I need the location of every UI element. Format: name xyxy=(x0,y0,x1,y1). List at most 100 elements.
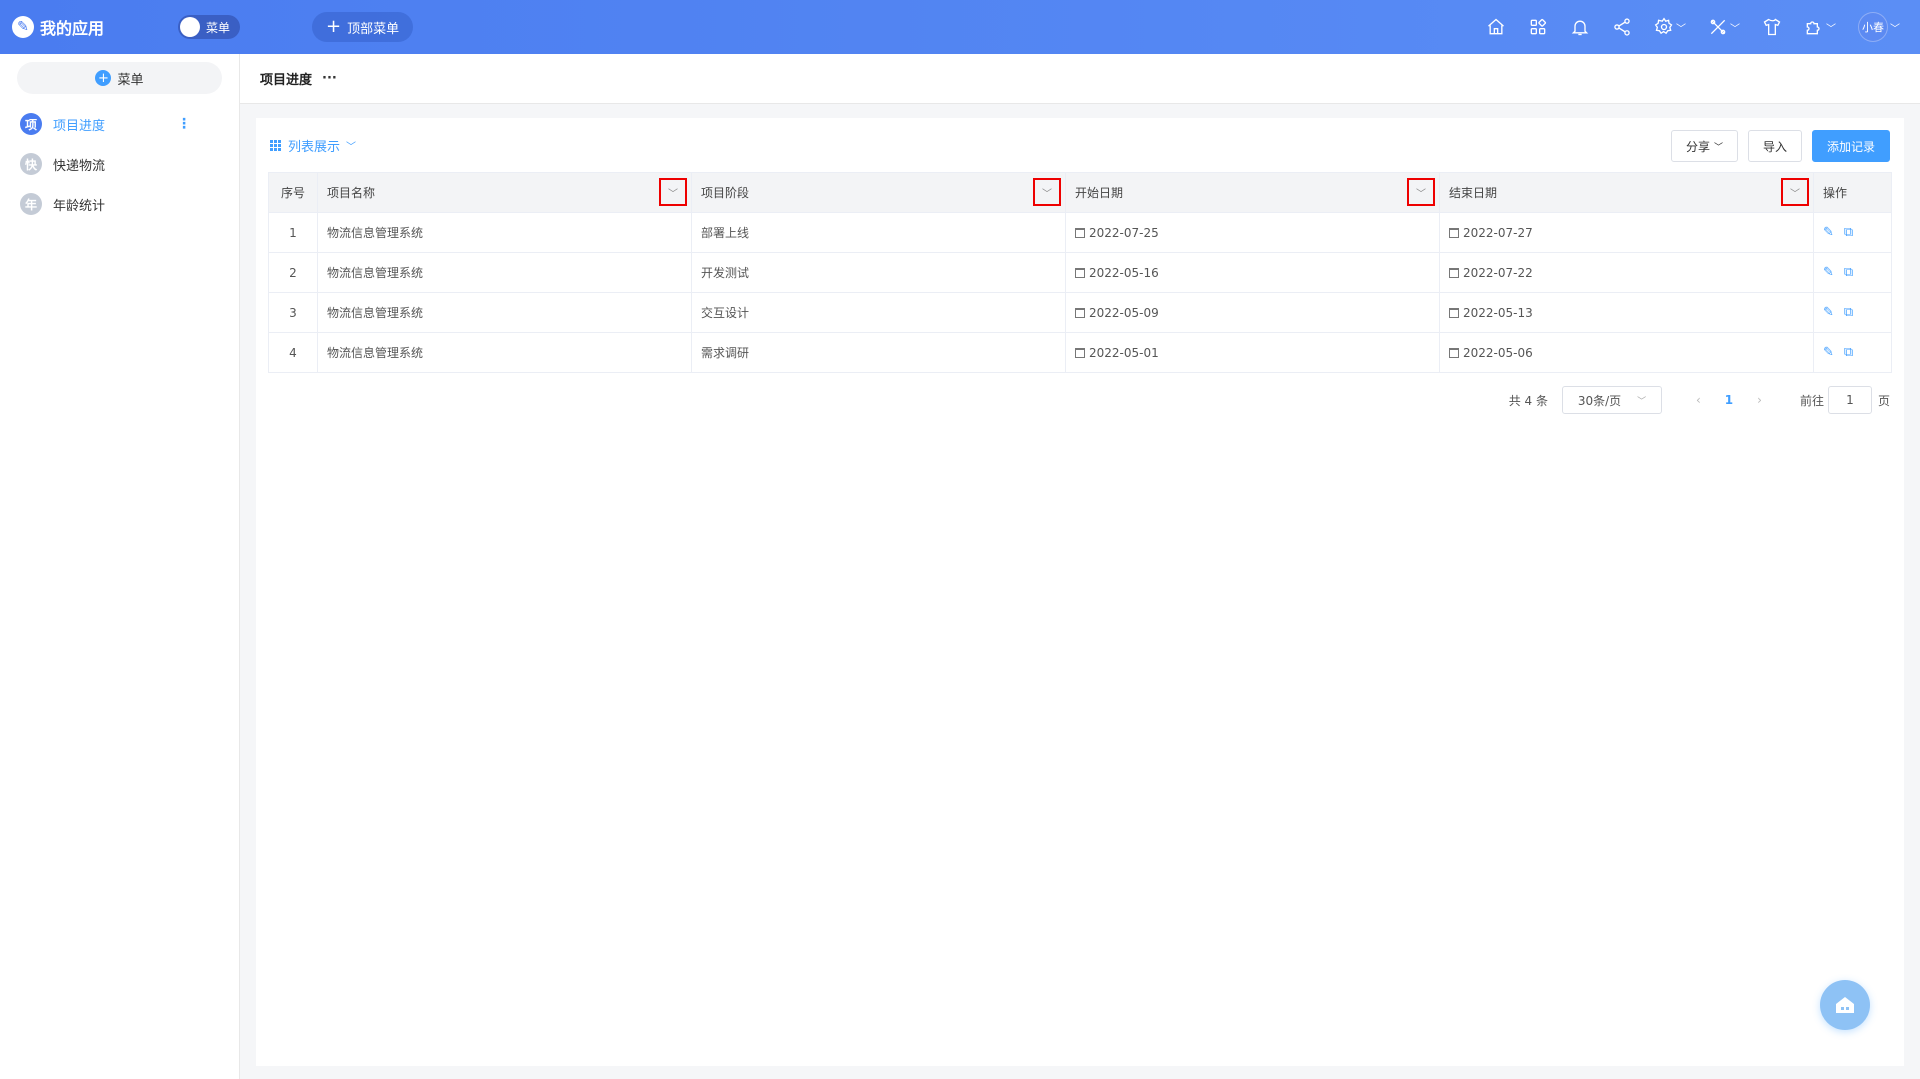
gear-icon[interactable]: ﹀ xyxy=(1654,17,1686,37)
calendar-icon xyxy=(1075,307,1085,318)
cell-stage: 交互设计 xyxy=(691,292,1066,333)
top-icon-bar: ﹀ ﹀ ﹀ 小春 ﹀ xyxy=(1464,0,1900,54)
share-icon[interactable] xyxy=(1612,17,1632,37)
view-detail-icon[interactable]: ⧉ xyxy=(1844,265,1853,280)
chevron-down-icon: ﹀ xyxy=(1637,396,1647,407)
sidebar-item-project-progress[interactable]: 项 项目进度 ⋮ xyxy=(0,104,239,144)
edit-icon[interactable]: ✎ xyxy=(1823,305,1834,320)
edit-icon[interactable]: ✎ xyxy=(1823,265,1834,280)
cell-ops: ✎ ⧉ xyxy=(1813,212,1892,253)
avatar: 小春 xyxy=(1858,12,1888,42)
sidebar-item-age-stats[interactable]: 年 年龄统计 xyxy=(0,184,239,224)
table-header-row: 序号 项目名称 ﹀ 项目阶段 ﹀ 开始日期 ﹀ 结束日期 ﹀ 操作 xyxy=(268,172,1892,213)
edit-icon[interactable]: ✎ xyxy=(1823,345,1834,360)
sidebar-item-label: 年龄统计 xyxy=(53,198,106,214)
end-date: 2022-07-27 xyxy=(1463,225,1533,240)
column-header-num: 序号 xyxy=(268,172,318,213)
cell-name: 物流信息管理系统 xyxy=(317,212,692,253)
share-button[interactable]: 分享 ﹀ xyxy=(1670,130,1738,162)
cell-end: 2022-07-22 xyxy=(1439,252,1814,293)
cell-name: 物流信息管理系统 xyxy=(317,252,692,293)
table-row[interactable]: 3 物流信息管理系统 交互设计 2022-05-09 2022-05-13 ✎ ⧉ xyxy=(268,292,1892,333)
menu-badge: 快 xyxy=(20,153,42,175)
column-header-name: 项目名称 ﹀ xyxy=(317,172,692,213)
top-bar: ✎ 我的应用 菜单 + 顶部菜单 ﹀ ﹀ ﹀ 小春 ﹀ xyxy=(0,0,1920,54)
column-dropdown-icon[interactable]: ﹀ xyxy=(1781,178,1809,206)
app-logo[interactable]: ✎ 我的应用 xyxy=(12,15,164,39)
current-page[interactable]: 1 xyxy=(1725,393,1733,407)
home-icon[interactable] xyxy=(1486,17,1506,37)
prev-page-icon[interactable]: ‹ xyxy=(1696,393,1701,407)
start-date: 2022-05-16 xyxy=(1089,265,1159,280)
app-title: 我的应用 xyxy=(40,19,105,38)
import-button-label: 导入 xyxy=(1762,139,1787,154)
total-count: 共 4 条 xyxy=(1508,393,1548,408)
edit-icon[interactable]: ✎ xyxy=(1823,225,1834,240)
cell-start: 2022-05-09 xyxy=(1065,292,1440,333)
menu-toggle-label: 菜单 xyxy=(206,20,231,35)
content-card: 列表展示 ﹀ 分享 ﹀ 导入 添加记录 序号 项目名称 ﹀ 项目阶段 ﹀ 开始日… xyxy=(256,118,1904,1066)
column-header-label: 结束日期 xyxy=(1449,186,1498,200)
column-dropdown-icon[interactable]: ﹀ xyxy=(1033,178,1061,206)
end-date: 2022-05-06 xyxy=(1463,345,1533,360)
menu-toggle[interactable]: 菜单 xyxy=(178,15,240,39)
cell-ops: ✎ ⧉ xyxy=(1813,332,1892,373)
cell-stage: 需求调研 xyxy=(691,332,1066,373)
top-menu-label: 顶部菜单 xyxy=(347,21,400,37)
cell-num: 4 xyxy=(268,332,318,373)
app-logo-icon: ✎ xyxy=(12,16,34,38)
user-menu[interactable]: 小春 ﹀ xyxy=(1858,12,1900,42)
cell-start: 2022-07-25 xyxy=(1065,212,1440,253)
import-button[interactable]: 导入 xyxy=(1747,130,1802,162)
column-header-start: 开始日期 ﹀ xyxy=(1065,172,1440,213)
toggle-knob xyxy=(180,17,200,37)
home-float-button[interactable] xyxy=(1820,980,1870,1030)
more-options-icon[interactable]: ··· xyxy=(322,71,337,86)
goto-label: 前往 xyxy=(1799,393,1824,408)
pagination: 共 4 条 30条/页 ﹀ ‹ 1 › 前往 1 页 xyxy=(1509,386,1890,414)
view-detail-icon[interactable]: ⧉ xyxy=(1844,305,1853,320)
cell-stage: 开发测试 xyxy=(691,252,1066,293)
chevron-down-icon: ﹀ xyxy=(1826,23,1836,35)
add-top-menu-button[interactable]: + 顶部菜单 xyxy=(312,12,414,42)
cell-end: 2022-07-27 xyxy=(1439,212,1814,253)
view-detail-icon[interactable]: ⧉ xyxy=(1844,225,1853,240)
sidebar-item-label: 项目进度 xyxy=(53,118,106,134)
page-size-select[interactable]: 30条/页 ﹀ xyxy=(1561,386,1662,414)
shirt-icon[interactable] xyxy=(1762,17,1782,37)
view-mode-selector[interactable]: 列表展示 ﹀ xyxy=(270,136,356,155)
column-dropdown-icon[interactable]: ﹀ xyxy=(1407,178,1435,206)
table-row[interactable]: 1 物流信息管理系统 部署上线 2022-07-25 2022-07-27 ✎ ⧉ xyxy=(268,212,1892,253)
more-vertical-icon[interactable]: ⋮ xyxy=(177,116,191,132)
add-menu-label: 菜单 xyxy=(117,72,144,88)
page-suffix: 页 xyxy=(1877,393,1890,408)
apps-icon[interactable] xyxy=(1528,17,1548,37)
end-date: 2022-05-13 xyxy=(1463,305,1533,320)
table-row[interactable]: 4 物流信息管理系统 需求调研 2022-05-01 2022-05-06 ✎ ⧉ xyxy=(268,332,1892,373)
view-detail-icon[interactable]: ⧉ xyxy=(1844,345,1853,360)
chevron-down-icon: ﹀ xyxy=(346,142,357,153)
start-date: 2022-05-01 xyxy=(1089,345,1159,360)
column-dropdown-icon[interactable]: ﹀ xyxy=(659,178,687,206)
calendar-icon xyxy=(1075,347,1085,358)
chevron-down-icon: ﹀ xyxy=(1890,23,1900,35)
plugin-icon[interactable]: ﹀ xyxy=(1804,17,1836,37)
next-page-icon[interactable]: › xyxy=(1757,393,1762,407)
tools-icon[interactable]: ﹀ xyxy=(1708,17,1740,37)
cell-end: 2022-05-13 xyxy=(1439,292,1814,333)
start-date: 2022-07-25 xyxy=(1089,225,1159,240)
add-record-button[interactable]: 添加记录 xyxy=(1811,130,1890,162)
toolbar-actions: 分享 ﹀ 导入 添加记录 xyxy=(1661,130,1890,162)
goto-page-input[interactable]: 1 xyxy=(1827,386,1872,414)
table-row[interactable]: 2 物流信息管理系统 开发测试 2022-05-16 2022-07-22 ✎ ⧉ xyxy=(268,252,1892,293)
column-header-label: 开始日期 xyxy=(1075,186,1124,200)
view-mode-label: 列表展示 xyxy=(288,140,341,155)
calendar-icon xyxy=(1075,227,1085,238)
sidebar-item-label: 快递物流 xyxy=(53,158,106,174)
share-button-label: 分享 xyxy=(1685,139,1710,154)
page-title: 项目进度 xyxy=(260,73,313,88)
add-menu-button[interactable]: + 菜单 xyxy=(17,62,222,94)
cell-num: 2 xyxy=(268,252,318,293)
sidebar-item-express-logistics[interactable]: 快 快递物流 xyxy=(0,144,239,184)
bell-icon[interactable] xyxy=(1570,17,1590,37)
